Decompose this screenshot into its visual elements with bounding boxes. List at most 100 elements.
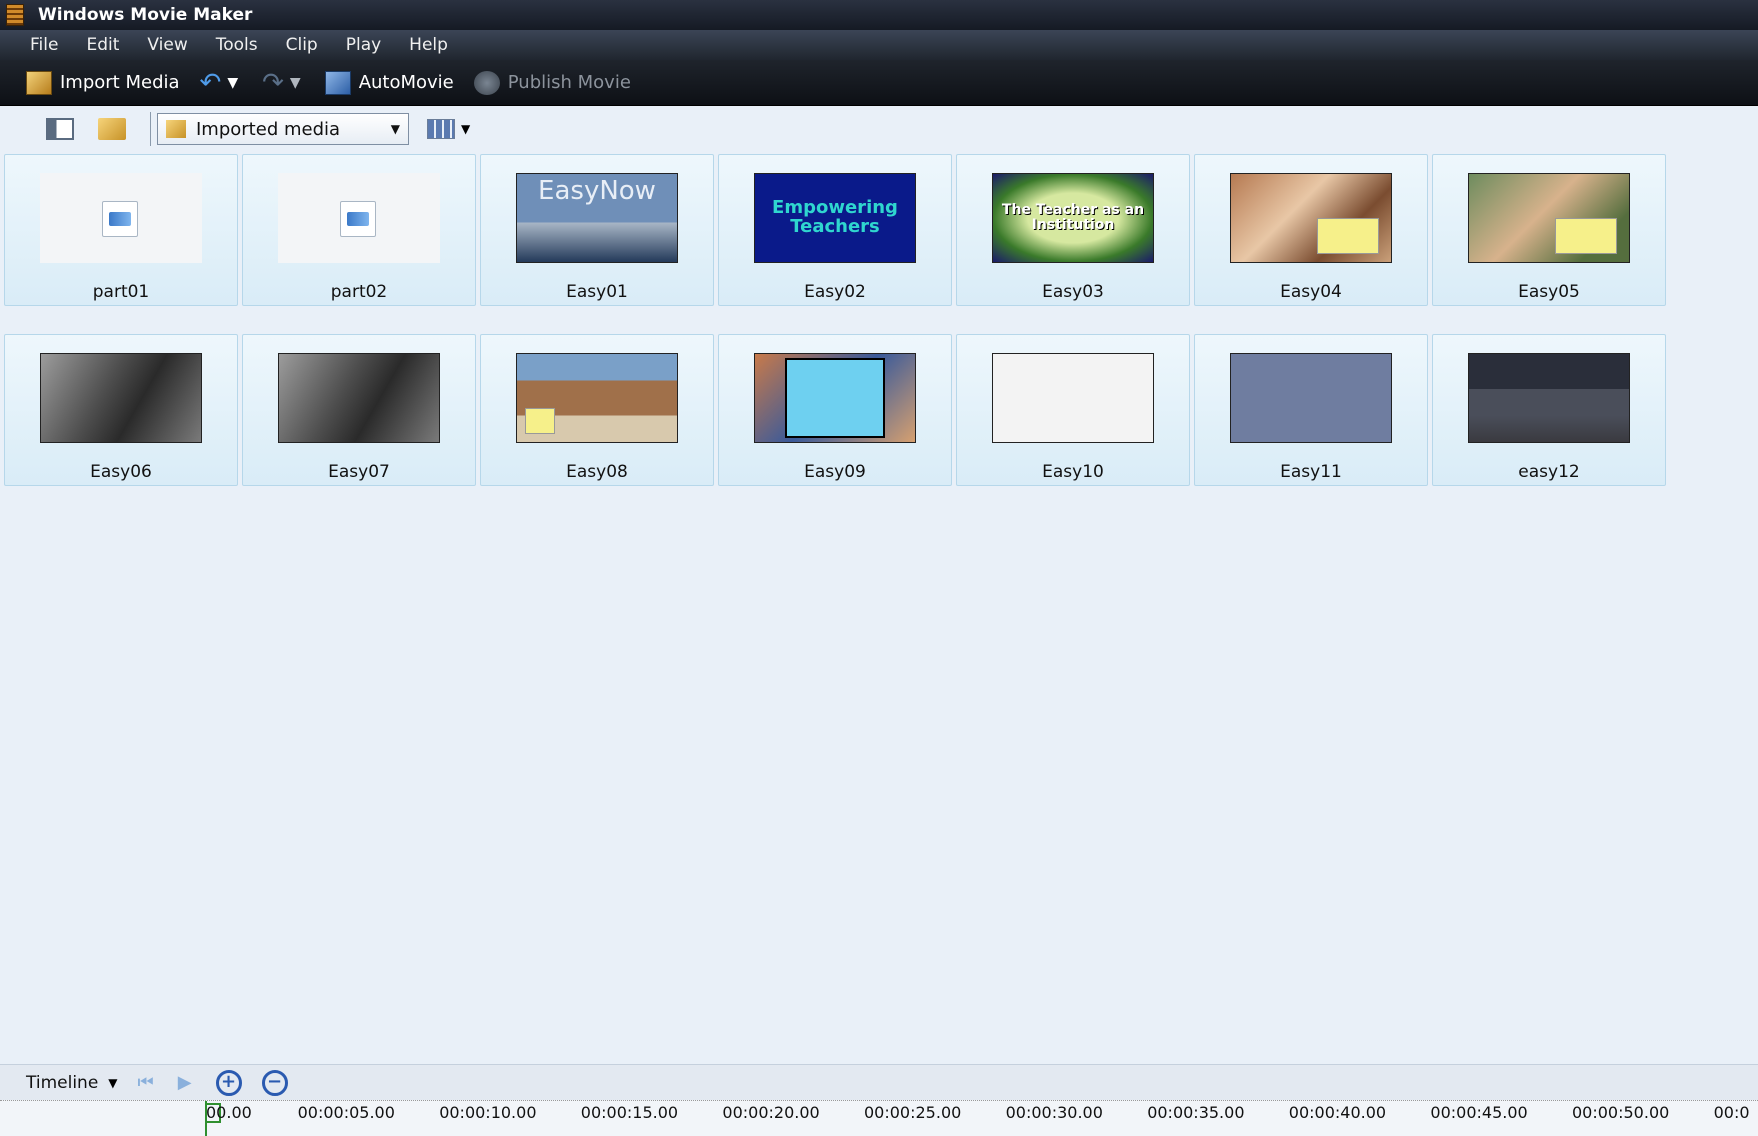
media-label: Easy09 (804, 462, 866, 482)
media-label: easy12 (1518, 462, 1580, 482)
ruler-time-label: 00:00:15.00 (580, 1103, 679, 1122)
show-panes-icon[interactable] (46, 118, 74, 140)
import-media-icon (26, 70, 52, 95)
ruler-time-label: 00:00:25.00 (864, 1103, 962, 1122)
ruler-time-label: 00:00:40.00 (1288, 1103, 1387, 1122)
toolbar-separator (150, 112, 151, 146)
collections-folder-icon[interactable] (98, 118, 126, 140)
media-tile[interactable]: easy12 (1432, 334, 1666, 486)
thumbnail-title: Empowering Teachers (772, 197, 898, 237)
ruler-time-label: 00:00:35.00 (1147, 1103, 1245, 1122)
view-options-icon[interactable] (427, 119, 455, 139)
media-label: Easy05 (1518, 282, 1580, 302)
media-thumbnail (278, 173, 440, 263)
menu-clip[interactable]: Clip (286, 35, 318, 55)
media-tile[interactable]: part01 (4, 154, 238, 306)
ruler-time-label: 00:00:50.00 (1572, 1103, 1670, 1122)
media-thumbnail: Empowering Teachers (754, 173, 916, 263)
movie-maker-icon (6, 4, 24, 26)
undo-dropdown-icon[interactable]: ▼ (227, 75, 238, 91)
media-thumbnail (1230, 353, 1392, 443)
timeline-ruler[interactable]: 00.00 00:00:05.00 00:00:10.00 00:00:15.00 00… (0, 1100, 1758, 1136)
media-thumbnail (992, 353, 1154, 443)
collection-select-value: Imported media (196, 118, 341, 140)
menu-file[interactable]: File (30, 35, 58, 55)
media-thumbnail (40, 173, 202, 263)
media-thumbnail: The Teacher as an Institution (992, 173, 1154, 263)
media-tile[interactable]: The Teacher as an Institution Easy03 (956, 154, 1190, 306)
media-label: part02 (330, 282, 388, 302)
thumbnail-title: The Teacher as an Institution (1001, 202, 1145, 233)
media-label: Easy01 (566, 282, 628, 302)
media-tile[interactable]: EasyNow Easy01 (480, 154, 714, 306)
play-icon[interactable]: ▶ (178, 1072, 192, 1093)
media-label: Easy08 (566, 462, 628, 482)
media-tile[interactable]: Easy05 (1432, 154, 1666, 306)
menu-bar: File Edit View Tools Clip Play Help (0, 30, 1758, 60)
window-title: Windows Movie Maker (38, 5, 253, 25)
ruler-time-label: 00:00:45.00 (1430, 1103, 1528, 1122)
media-tile[interactable]: part02 (242, 154, 476, 306)
publish-icon (473, 70, 500, 95)
sticky-note-graphic (525, 408, 555, 434)
folder-icon (166, 120, 186, 138)
audio-file-icon (102, 201, 138, 237)
ruler-time-label: 00.00 (206, 1103, 252, 1122)
zoom-in-icon[interactable]: + (215, 1069, 242, 1096)
redo-dropdown-icon[interactable]: ▼ (290, 75, 301, 91)
media-label: Easy11 (1280, 462, 1342, 482)
media-thumbnail (516, 353, 678, 443)
media-thumbnail (1230, 173, 1392, 263)
media-tile[interactable]: Easy09 (718, 334, 952, 486)
media-tile[interactable]: Easy06 (4, 334, 238, 486)
sticky-note-graphic (1317, 218, 1379, 254)
ruler-time-label: 00:00:20.00 (722, 1103, 820, 1122)
media-thumbnail: EasyNow (516, 173, 678, 263)
media-label: part01 (92, 282, 150, 302)
media-label: Easy07 (328, 462, 390, 482)
ruler-time-label: 00:00:05.00 (297, 1103, 395, 1122)
undo-icon[interactable]: ↶ (200, 70, 222, 96)
timeline-view-label[interactable]: Timeline (26, 1073, 98, 1093)
redo-icon[interactable]: ↷ (262, 70, 284, 96)
main-toolbar: Import Media ↶ ▼ ↷ ▼ AutoMovie Publish M… (0, 60, 1758, 106)
sticky-note-graphic (1555, 218, 1617, 254)
collection-toolbar: Imported media ▼ ▼ (0, 106, 1758, 152)
timeline-toolbar: Timeline ▼ ⏮ ▶ + − (0, 1064, 1758, 1100)
media-label: Easy02 (804, 282, 866, 302)
media-label: Easy06 (90, 462, 152, 482)
automovie-label: AutoMovie (358, 72, 454, 93)
media-grid: part01 part02 EasyNow Easy01 Empowering Teac… (4, 154, 1666, 486)
zoom-out-icon[interactable]: − (261, 1069, 288, 1096)
chevron-down-icon: ▼ (390, 122, 400, 136)
rewind-icon[interactable]: ⏮ (138, 1072, 154, 1093)
ruler-time-label: 00:00:30.00 (1005, 1103, 1103, 1122)
media-tile[interactable]: Easy04 (1194, 154, 1428, 306)
menu-tools[interactable]: Tools (216, 35, 258, 55)
timeline-dropdown-icon[interactable]: ▼ (108, 1076, 117, 1090)
collection-select[interactable]: Imported media ▼ (157, 113, 409, 145)
media-thumbnail (278, 353, 440, 443)
ruler-time-label: 00:0 (1713, 1103, 1750, 1122)
media-thumbnail (1468, 173, 1630, 263)
menu-help[interactable]: Help (409, 35, 448, 55)
automovie-icon (324, 70, 351, 95)
scissors-graphic (785, 358, 885, 438)
media-thumbnail (1468, 353, 1630, 443)
publish-movie-button[interactable]: Publish Movie (473, 70, 631, 95)
media-tile[interactable]: Empowering Teachers Easy02 (718, 154, 952, 306)
menu-play[interactable]: Play (346, 35, 381, 55)
media-tile[interactable]: Easy08 (480, 334, 714, 486)
menu-edit[interactable]: Edit (86, 35, 119, 55)
menu-view[interactable]: View (147, 35, 187, 55)
media-thumbnail (40, 353, 202, 443)
view-dropdown-icon[interactable]: ▼ (461, 122, 470, 136)
import-media-button[interactable]: Import Media (26, 70, 180, 95)
media-tile[interactable]: Easy07 (242, 334, 476, 486)
media-label: Easy03 (1042, 282, 1104, 302)
media-tile[interactable]: Easy10 (956, 334, 1190, 486)
media-label: Easy10 (1042, 462, 1104, 482)
media-tile[interactable]: Easy11 (1194, 334, 1428, 486)
automovie-button[interactable]: AutoMovie (324, 70, 454, 95)
media-label: Easy04 (1280, 282, 1342, 302)
